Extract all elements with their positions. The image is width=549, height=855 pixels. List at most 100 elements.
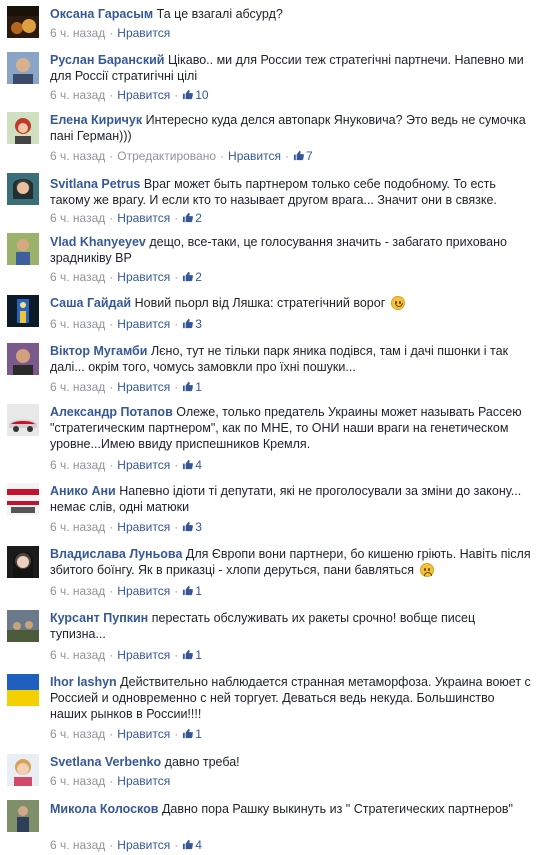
like-count[interactable]: 1 (182, 648, 202, 662)
like-button[interactable]: Нравится (117, 270, 170, 284)
avatar[interactable] (7, 546, 39, 578)
like-count[interactable]: 4 (182, 838, 202, 852)
avatar[interactable] (7, 483, 39, 515)
comment-text: Давно пора Рашку выкинуть из " Стратегич… (161, 802, 513, 816)
like-button[interactable]: Нравится (117, 774, 170, 788)
avatar[interactable] (7, 674, 39, 706)
like-button[interactable]: Нравится (228, 149, 281, 163)
like-count[interactable]: 3 (182, 520, 202, 534)
like-button[interactable]: Нравится (117, 520, 170, 534)
like-count[interactable]: 4 (182, 458, 202, 472)
comment-author[interactable]: Анико Ани (50, 484, 116, 498)
comment-author[interactable]: Svitlana Petrus (50, 177, 140, 191)
like-button[interactable]: Нравится (117, 88, 170, 102)
like-count[interactable]: 1 (182, 380, 202, 394)
like-button[interactable]: Нравится (117, 380, 170, 394)
comment-time[interactable]: 6 ч. назад (50, 26, 105, 40)
like-button[interactable]: Нравится (117, 458, 170, 472)
comment-author[interactable]: Александр Потапов (50, 405, 173, 419)
comment-time[interactable]: 6 ч. назад (50, 458, 105, 472)
avatar[interactable] (7, 343, 39, 375)
comment-author[interactable]: Svetlana Verbenko (50, 755, 161, 769)
like-count-value: 1 (195, 727, 202, 741)
avatar[interactable] (7, 754, 39, 786)
avatar[interactable] (7, 112, 39, 144)
comment-text: Действительно наблюдается странная метам… (50, 675, 531, 721)
comment-time[interactable]: 6 ч. назад (50, 584, 105, 598)
comment-time[interactable]: 6 ч. назад (50, 648, 105, 662)
like-button[interactable]: Нравится (117, 317, 170, 331)
comment-author[interactable]: Владислава Луньова (50, 547, 182, 561)
comment-author[interactable]: Елена Киричук (50, 113, 142, 127)
comment-body: Микола Колосков Давно пора Рашку выкинут… (50, 801, 531, 817)
avatar[interactable] (7, 800, 39, 832)
comment-text: Новий пьорл від Ляшка: стратегічний воро… (134, 296, 386, 310)
like-count[interactable]: 1 (182, 727, 202, 741)
comment-time[interactable]: 6 ч. назад (50, 838, 105, 852)
avatar[interactable] (7, 233, 39, 265)
comment-body: Віктор Мугамби Лєно, тут не тільки парк … (50, 343, 531, 375)
avatar[interactable] (7, 610, 39, 642)
thumbs-up-icon (183, 459, 194, 470)
comment-body: Курсант Пупкин перестать обслуживать их … (50, 610, 531, 642)
thumbs-up-icon (293, 150, 304, 161)
comment-author[interactable]: Микола Колосков (50, 802, 158, 816)
like-button[interactable]: Нравится (117, 584, 170, 598)
like-count-value: 4 (195, 458, 202, 472)
comment-time[interactable]: 6 ч. назад (50, 211, 105, 225)
comment-meta: 6 ч. назад · Отредактировано · Нравится · 7 (50, 149, 313, 163)
comment-text: давно треба! (164, 755, 240, 769)
comment-author[interactable]: Віктор Мугамби (50, 344, 147, 358)
comment-time[interactable]: 6 ч. назад (50, 149, 105, 163)
comment-item: Микола Колосков Давно пора Рашку выкинут… (0, 798, 549, 854)
like-count-value: 2 (195, 270, 202, 284)
comment-item: Саша Гайдай Новий пьорл від Ляшка: страт… (0, 293, 549, 333)
avatar[interactable] (7, 52, 39, 84)
comment-author[interactable]: Ihor lashyn (50, 675, 117, 689)
avatar[interactable] (7, 6, 39, 38)
thumbs-up-icon (183, 728, 194, 739)
thumbs-up-icon (183, 318, 194, 329)
comment-item: Svetlana Verbenko давно треба! 6 ч. наза… (0, 752, 549, 792)
comment-body: Ihor lashyn Действительно наблюдается ст… (50, 674, 531, 722)
like-button[interactable]: Нравится (117, 648, 170, 662)
like-count[interactable]: 1 (182, 584, 202, 598)
like-count[interactable]: 3 (182, 317, 202, 331)
avatar[interactable] (7, 295, 39, 327)
like-count[interactable]: 10 (182, 88, 209, 102)
like-count-value: 7 (305, 149, 313, 163)
avatar[interactable] (7, 404, 39, 436)
comment-time[interactable]: 6 ч. назад (50, 88, 105, 102)
comment-body: Svitlana Petrus Враг может быть партнеро… (50, 176, 531, 208)
comment-time[interactable]: 6 ч. назад (50, 774, 105, 788)
comment-item: Ihor lashyn Действительно наблюдается ст… (0, 672, 549, 744)
like-count-value: 3 (195, 520, 202, 534)
comment-author[interactable]: Курсант Пупкин (50, 611, 148, 625)
avatar[interactable] (7, 173, 39, 205)
like-button[interactable]: Нравится (117, 838, 170, 852)
comment-author[interactable]: Руслан Баранский (50, 53, 165, 67)
like-count[interactable]: 2 (182, 270, 202, 284)
like-button[interactable]: Нравится (117, 727, 170, 741)
comment-author[interactable]: Саша Гайдай (50, 296, 131, 310)
comment-time[interactable]: 6 ч. назад (50, 270, 105, 284)
like-count[interactable]: 7 (293, 149, 313, 163)
comment-time[interactable]: 6 ч. назад (50, 727, 105, 741)
comment-item: Анико Ани Напевно ідіоти ті депутати, як… (0, 481, 549, 537)
comment-body: Саша Гайдай Новий пьорл від Ляшка: страт… (50, 295, 531, 311)
comment-meta: 6 ч. назад · Нравится · 1 (50, 727, 202, 741)
comment-time[interactable]: 6 ч. назад (50, 317, 105, 331)
comment-item: Владислава Луньова Для Європи вони партн… (0, 544, 549, 600)
comment-time[interactable]: 6 ч. назад (50, 380, 105, 394)
like-button[interactable]: Нравится (117, 211, 170, 225)
comment-meta: 6 ч. назад · Нравится · 1 (50, 380, 202, 394)
comment-time[interactable]: 6 ч. назад (50, 520, 105, 534)
thumbs-up-icon (183, 839, 194, 850)
like-count[interactable]: 2 (182, 211, 202, 225)
comment-author[interactable]: Оксана Гарасым (50, 7, 153, 21)
comment-text: Напевно ідіоти ті депутати, які не прого… (50, 484, 522, 514)
comment-item: Александр Потапов Олеже, только предател… (0, 402, 549, 474)
comment-item: Курсант Пупкин перестать обслуживать их … (0, 608, 549, 664)
like-button[interactable]: Нравится (117, 26, 170, 40)
comment-author[interactable]: Vlad Khanyeyev (50, 235, 146, 249)
